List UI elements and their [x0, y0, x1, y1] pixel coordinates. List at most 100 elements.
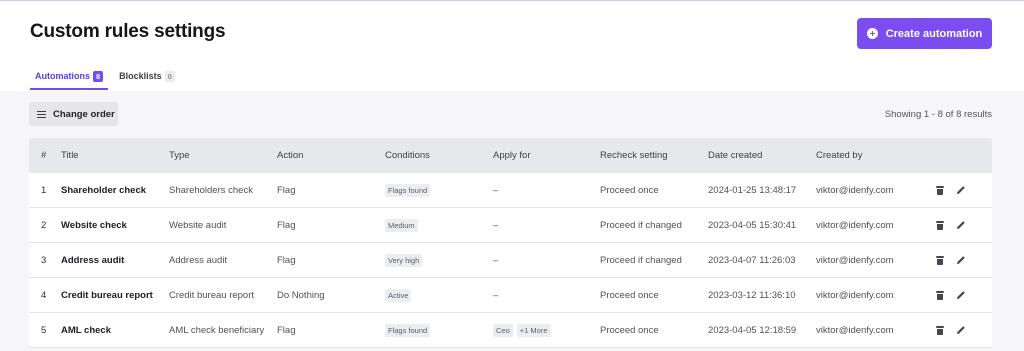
change-order-button[interactable]: Change order: [29, 102, 118, 126]
column-header-recheck-setting: Recheck setting: [600, 150, 668, 161]
trash-icon[interactable]: [936, 290, 944, 300]
results-count: Showing 1 - 8 of 8 results: [884, 109, 992, 120]
automation-action: Flag: [277, 219, 296, 231]
apply-for-empty: –: [493, 219, 499, 231]
apply-for-cell: Ceo +1 More: [493, 323, 600, 337]
tab-automations[interactable]: Automations 8: [30, 71, 109, 90]
trash-icon[interactable]: [936, 325, 944, 335]
table-row[interactable]: 1 Shareholder check Shareholders check Flag…: [29, 173, 992, 208]
column-header-type: Type: [169, 150, 190, 161]
trash-icon[interactable]: [936, 185, 944, 195]
page-title: Custom rules settings: [30, 21, 226, 42]
row-actions: [936, 185, 992, 195]
automation-type: Website audit: [169, 219, 227, 231]
recheck-setting: Proceed if changed: [600, 219, 682, 231]
pencil-icon[interactable]: [956, 325, 966, 335]
apply-for-cell: –: [493, 220, 600, 231]
automation-title: Website check: [61, 219, 127, 231]
conditions-cell: Flags found: [385, 183, 493, 197]
created-by: viktor@idenfy.com: [816, 219, 894, 231]
conditions-cell: Active: [385, 288, 493, 302]
trash-icon[interactable]: [936, 255, 944, 265]
recheck-setting: Proceed once: [600, 324, 659, 336]
apply-for-empty: –: [493, 254, 499, 266]
main-content: Change order Showing 1 - 8 of 8 results …: [0, 91, 1024, 351]
column-header-conditions: Conditions: [385, 150, 430, 161]
table-row[interactable]: 5 AML check AML check beneficiary Flag Flags…: [29, 313, 992, 348]
row-number: 1: [41, 184, 47, 196]
conditions-cell: Very high: [385, 253, 493, 267]
tab-blocklists[interactable]: Blocklists 0: [114, 71, 180, 90]
trash-icon[interactable]: [936, 220, 944, 230]
apply-for-tag[interactable]: +1 More: [516, 323, 551, 337]
create-automation-button[interactable]: Create automation: [857, 18, 992, 49]
condition-tag: Active: [385, 288, 412, 302]
pencil-icon[interactable]: [956, 290, 966, 300]
row-actions: [936, 220, 992, 230]
apply-for-cell: –: [493, 185, 600, 196]
tab-label: Blocklists: [119, 71, 162, 81]
automation-title: Shareholder check: [61, 184, 147, 196]
automation-title: Credit bureau report: [61, 289, 153, 301]
automation-action: Flag: [277, 324, 296, 336]
apply-for-cell: –: [493, 255, 600, 266]
change-order-label: Change order: [53, 108, 115, 120]
pencil-icon[interactable]: [956, 185, 966, 195]
pencil-icon[interactable]: [956, 255, 966, 265]
apply-for-empty: –: [493, 289, 499, 301]
recheck-setting: Proceed once: [600, 184, 659, 196]
row-actions: [936, 325, 992, 335]
condition-tag: Flags found: [385, 323, 431, 337]
tab-label: Automations: [35, 71, 90, 81]
automation-type: Shareholders check: [169, 184, 253, 196]
created-by: viktor@idenfy.com: [816, 324, 894, 336]
date-created: 2024-01-25 13:48:17: [708, 184, 797, 196]
column-header-action: Action: [277, 150, 304, 161]
pencil-icon[interactable]: [956, 220, 966, 230]
apply-for-tag: Ceo: [493, 323, 513, 337]
created-by: viktor@idenfy.com: [816, 184, 894, 196]
automation-action: Flag: [277, 254, 296, 266]
row-number: 2: [41, 219, 47, 231]
automation-title: AML check: [61, 324, 111, 336]
row-number: 3: [41, 254, 47, 266]
date-created: 2023-04-07 11:26:03: [708, 254, 796, 266]
tab-count-badge: 8: [93, 71, 104, 82]
table-body: 1 Shareholder check Shareholders check Flag…: [29, 173, 992, 348]
recheck-setting: Proceed if changed: [600, 254, 682, 266]
table-row[interactable]: 2 Website check Website audit Flag Medium – Pr…: [29, 208, 992, 243]
column-header-date-created: Date created: [708, 150, 763, 161]
automation-action: Do Nothing: [277, 289, 325, 301]
created-by: viktor@idenfy.com: [816, 254, 894, 266]
plus-circle-icon: [866, 28, 878, 39]
automation-action: Flag: [277, 184, 296, 196]
automation-type: Address audit: [169, 254, 228, 266]
create-automation-label: Create automation: [885, 27, 983, 40]
apply-for-cell: –: [493, 290, 600, 301]
automation-title: Address audit: [61, 254, 125, 266]
column-header-number: #: [41, 150, 47, 161]
automation-type: Credit bureau report: [169, 289, 255, 301]
recheck-setting: Proceed once: [600, 289, 659, 301]
column-header-created-by: Created by: [816, 150, 863, 161]
date-created: 2023-04-05 12:18:59: [708, 324, 797, 336]
row-actions: [936, 255, 992, 265]
apply-for-empty: –: [493, 184, 499, 196]
table-row[interactable]: 3 Address audit Address audit Flag Very high…: [29, 243, 992, 278]
column-header-title: Title: [61, 150, 79, 161]
row-actions: [936, 290, 992, 300]
automations-table: # Title Type Action Conditions Apply for…: [29, 138, 992, 348]
created-by: viktor@idenfy.com: [816, 289, 894, 301]
row-number: 4: [41, 289, 47, 301]
list-icon: [37, 110, 46, 118]
tab-bar: Automations 8 Blocklists 0: [30, 71, 186, 91]
date-created: 2023-03-12 11:36:10: [708, 289, 796, 301]
automation-type: AML check beneficiary: [169, 324, 265, 336]
condition-tag: Flags found: [385, 183, 431, 197]
conditions-cell: Flags found: [385, 323, 493, 337]
table-header: # Title Type Action Conditions Apply for…: [29, 138, 992, 173]
tab-count-badge: 0: [164, 71, 175, 82]
conditions-cell: Medium: [385, 218, 493, 232]
column-header-apply-for: Apply for: [493, 150, 531, 161]
table-row[interactable]: 4 Credit bureau report Credit bureau repor…: [29, 278, 992, 313]
